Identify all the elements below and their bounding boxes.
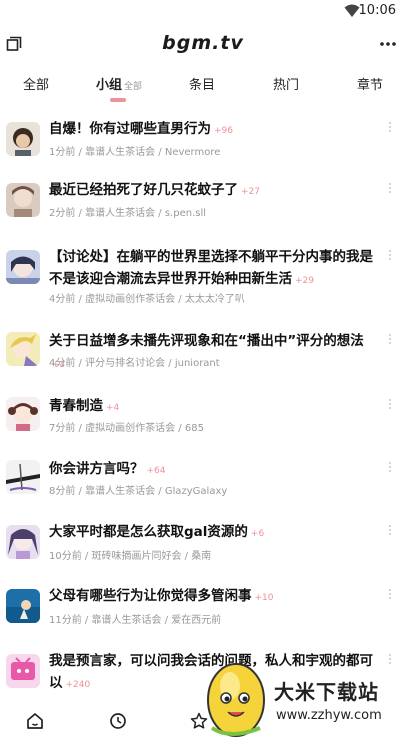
tab-hot[interactable]: 热门 [270, 74, 302, 102]
avatar[interactable] [6, 589, 40, 623]
watermark-url: www.zzhyw.com [276, 708, 382, 723]
topic-meta: 7分前 / 虚拟动画创作茶话会 / 685 [49, 423, 204, 434]
topic-meta: 8分前 / 靠谱人生茶话会 / GlazyGalaxy [49, 486, 228, 497]
more-horizontal-icon[interactable] [378, 36, 398, 52]
topic-title[interactable]: 最近已经拍死了好几只花蚊子了 +27 [49, 179, 375, 203]
avatar[interactable] [6, 397, 40, 431]
topic-item[interactable]: 父母有哪些行为让你觉得多管闲事 +10 11分前 / 靠谱人生茶话会 / 爱在西元… [0, 585, 406, 635]
tab-label: 章节 [356, 78, 383, 93]
topic-item[interactable]: 你会讲方言吗？ +64 8分前 / 靠谱人生茶话会 / GlazyGalaxy [0, 458, 406, 508]
tab-label: 条目 [188, 78, 215, 93]
reply-count: +29 [295, 276, 314, 286]
topic-title[interactable]: 关于日益增多未播先评现象和在“播出中”评分的想法+4 [49, 330, 375, 376]
topic-meta: 4分前 / 虚拟动画创作茶话会 / 太太太冷了叭 [49, 294, 245, 305]
status-time: 10:06 [358, 3, 396, 18]
topic-meta: 1分前 / 靠谱人生茶话会 / Nevermore [49, 147, 221, 158]
home-icon[interactable] [26, 712, 44, 730]
more-vertical-icon[interactable] [388, 589, 392, 603]
avatar[interactable] [6, 332, 40, 366]
app-logo[interactable]: bgm.tv [0, 32, 406, 54]
more-vertical-icon[interactable] [388, 122, 392, 136]
more-vertical-icon[interactable] [388, 525, 392, 539]
more-vertical-icon[interactable] [388, 183, 392, 197]
avatar[interactable] [6, 654, 40, 688]
topic-title[interactable]: 青春制造 +4 [49, 395, 375, 419]
avatar[interactable] [6, 250, 40, 284]
topic-item[interactable]: 最近已经拍死了好几只花蚊子了 +27 2分前 / 靠谱人生茶话会 / s.pen.… [0, 179, 406, 229]
tab-bar: 全部 小组 全部 条目 热门 章节 [0, 70, 406, 104]
reply-count: +27 [241, 187, 260, 197]
more-vertical-icon[interactable] [388, 250, 392, 264]
status-bar: 10:06 [0, 0, 406, 22]
avatar[interactable] [6, 122, 40, 156]
topic-item[interactable]: 自爆！你有过哪些直男行为 +96 1分前 / 靠谱人生茶话会 / Nevermor… [0, 118, 406, 168]
topic-item[interactable]: 关于日益增多未播先评现象和在“播出中”评分的想法+4 4分前 / 评分与排名讨论… [0, 330, 406, 380]
topic-meta: 2分前 / 靠谱人生茶话会 / s.pen.sll [49, 208, 207, 219]
topic-item[interactable]: 青春制造 +4 7分前 / 虚拟动画创作茶话会 / 685 [0, 395, 406, 445]
reply-count: +64 [146, 466, 166, 476]
reply-count: +4 [106, 403, 120, 413]
topic-meta: 11分前 / 靠谱人生茶话会 / 爱在西元前 [49, 615, 222, 626]
reply-count: +96 [214, 126, 233, 136]
topic-meta: 4分前 / 评分与排名讨论会 / juniorant [49, 358, 220, 369]
avatar[interactable] [6, 460, 40, 494]
reply-count: +10 [254, 593, 274, 603]
tab-label: 热门 [272, 78, 299, 93]
reply-count: +240 [65, 680, 91, 690]
more-vertical-icon[interactable] [388, 462, 392, 476]
tab-sub-label: 全部 [124, 82, 143, 92]
watermark: 大米下载站 www.zzhyw.com [200, 652, 406, 740]
reply-count: +6 [250, 529, 265, 539]
tab-indicator [110, 98, 126, 102]
topic-meta: 10分前 / 斑砖味摘画片同好会 / 桑南 [49, 551, 212, 562]
more-vertical-icon[interactable] [388, 399, 392, 413]
mascot-icon [207, 663, 265, 737]
clock-icon[interactable] [109, 712, 127, 730]
avatar[interactable] [6, 183, 40, 217]
tab-label: 全部 [22, 78, 49, 93]
tab-label: 小组 [95, 78, 122, 93]
topic-title[interactable]: 【讨论处】在躺平的世界里选择不躺平干分内事的我是不是该迎合潮流去异世界开始种田新… [49, 246, 375, 292]
more-vertical-icon[interactable] [388, 334, 392, 348]
topic-title[interactable]: 自爆！你有过哪些直男行为 +96 [49, 118, 375, 142]
topic-title[interactable]: 父母有哪些行为让你觉得多管闲事 +10 [49, 585, 375, 609]
topic-title[interactable]: 大家平时都是怎么获取gal资源的 +6 [49, 521, 375, 545]
tab-all[interactable]: 全部 [20, 74, 52, 102]
app-bar: bgm.tv [0, 24, 406, 64]
avatar[interactable] [6, 525, 40, 559]
topic-item[interactable]: 【讨论处】在躺平的世界里选择不躺平干分内事的我是不是该迎合潮流去异世界开始种田新… [0, 246, 406, 306]
tab-subjects[interactable]: 条目 [186, 74, 218, 102]
watermark-text: 大米下载站 [274, 680, 379, 704]
topic-item[interactable]: 大家平时都是怎么获取gal资源的 +6 10分前 / 斑砖味摘画片同好会 / 桑南 [0, 521, 406, 571]
tab-episodes[interactable]: 章节 [354, 74, 386, 102]
topic-title[interactable]: 你会讲方言吗？ +64 [49, 458, 375, 482]
